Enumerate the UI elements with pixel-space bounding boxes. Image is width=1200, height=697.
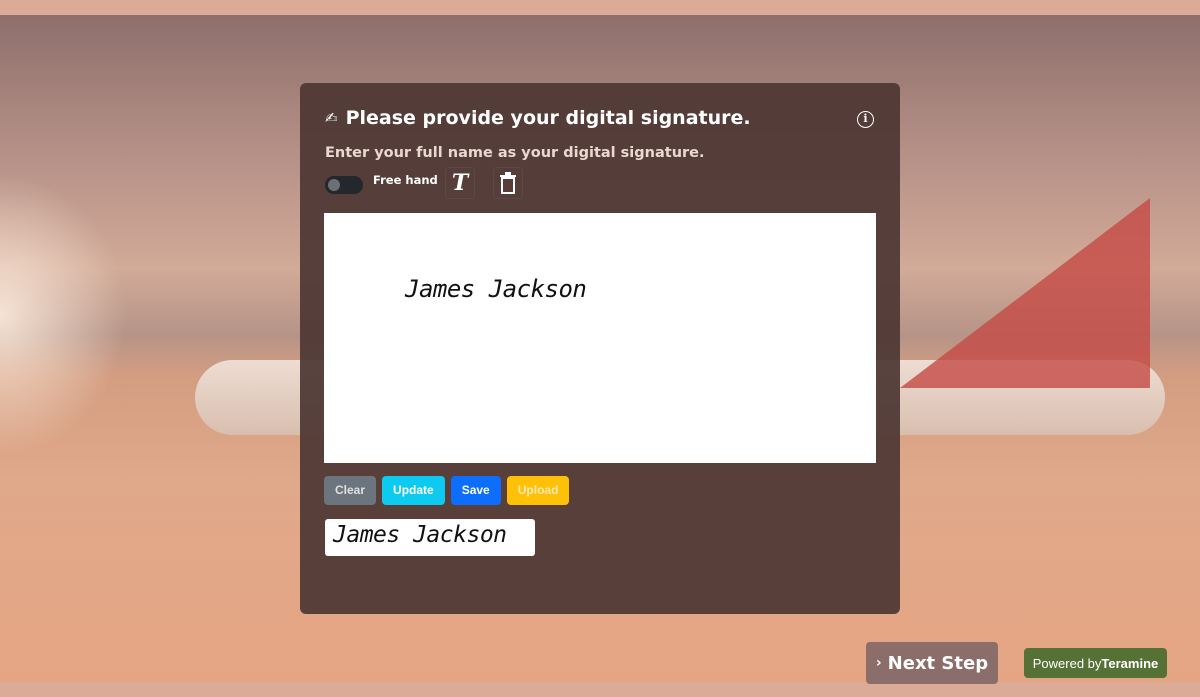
bottom-bar xyxy=(0,682,1200,697)
text-icon: T xyxy=(451,170,469,196)
next-step-button[interactable]: › Next Step xyxy=(866,642,998,684)
brand-name: Teramine xyxy=(1101,655,1159,671)
chevron-right-icon: › xyxy=(875,655,882,671)
save-button[interactable]: Save xyxy=(450,476,501,505)
next-step-label: Next Step xyxy=(887,652,989,674)
info-icon[interactable]: i xyxy=(857,111,874,128)
signature-icon: ✍ xyxy=(325,109,338,127)
delete-button[interactable] xyxy=(493,167,523,199)
powered-by-label: Powered by xyxy=(1032,655,1102,671)
signature-preview: James Jackson xyxy=(325,519,535,556)
dialog-subtitle: Enter your full name as your digital sig… xyxy=(325,145,705,161)
canvas-signature-text: James Jackson xyxy=(405,275,587,303)
airplane-tail xyxy=(900,198,1150,388)
powered-by-badge[interactable]: Powered by Teramine xyxy=(1024,648,1167,678)
top-bar xyxy=(0,0,1200,15)
text-mode-button[interactable]: T xyxy=(445,167,475,199)
upload-button[interactable]: Upload xyxy=(506,476,570,505)
update-button[interactable]: Update xyxy=(382,476,445,505)
signature-dialog: ✍ Please provide your digital signature.… xyxy=(300,83,900,614)
free-hand-label: Free hand xyxy=(373,173,438,187)
signature-canvas[interactable]: James Jackson xyxy=(324,213,876,463)
dialog-title-text: Please provide your digital signature. xyxy=(345,107,751,129)
free-hand-toggle[interactable] xyxy=(325,176,363,194)
dialog-title: ✍ Please provide your digital signature. xyxy=(325,107,751,129)
clear-button[interactable]: Clear xyxy=(324,476,377,505)
trash-icon xyxy=(500,172,516,194)
